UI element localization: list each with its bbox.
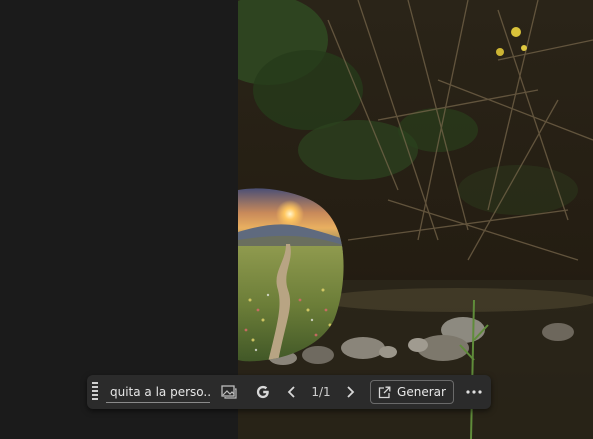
drag-handle-icon[interactable]	[90, 381, 100, 403]
google-icon[interactable]	[250, 380, 276, 404]
prompt-text: quita a la perso...	[110, 385, 210, 399]
more-horizontal-icon[interactable]	[460, 380, 488, 404]
image-compare-icon[interactable]	[216, 380, 242, 404]
floating-toolbar: quita a la perso... 1/1 Generar	[87, 375, 491, 409]
forest-photo	[238, 0, 593, 439]
generate-label: Generar	[397, 385, 446, 399]
chevron-right-icon[interactable]	[338, 380, 362, 404]
generate-button[interactable]: Generar	[370, 380, 454, 404]
page-indicator: 1/1	[311, 385, 331, 399]
prompt-input[interactable]: quita a la perso...	[106, 380, 210, 404]
left-panel	[0, 0, 238, 439]
external-edit-icon	[378, 386, 391, 399]
image-canvas[interactable]	[238, 0, 593, 439]
chevron-left-icon[interactable]	[280, 380, 304, 404]
